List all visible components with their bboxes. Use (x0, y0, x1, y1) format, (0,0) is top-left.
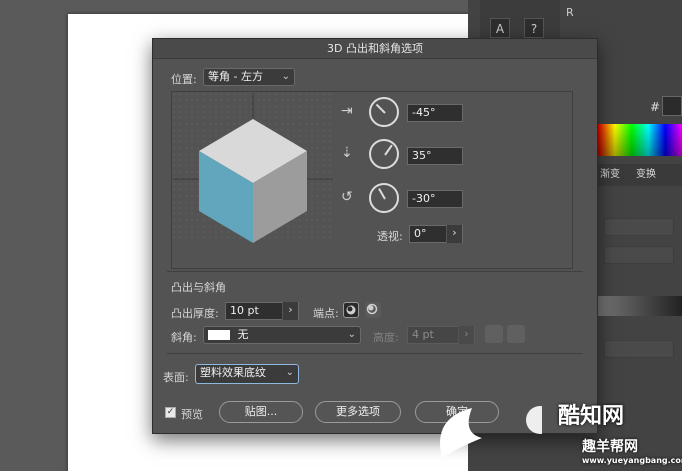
type-tool-icon[interactable]: A (490, 18, 510, 38)
chevron-right-icon: › (458, 326, 474, 344)
perspective-label: 透视: (377, 230, 403, 243)
perspective-field[interactable]: 0° › (409, 225, 463, 243)
chevron-down-icon: ⌄ (285, 367, 294, 378)
perspective-value: 0° (414, 227, 427, 240)
bevel-in-icon (507, 325, 525, 343)
help-tool-icon[interactable]: ? (524, 18, 544, 38)
x-rotation-dial[interactable] (369, 97, 399, 127)
panel-ghost-row (604, 340, 674, 358)
cap-off-icon[interactable] (365, 302, 381, 318)
cap-on-icon[interactable] (343, 302, 359, 318)
z-rotation-dial[interactable] (369, 183, 399, 213)
bevel-value: 无 (237, 328, 249, 341)
color-spectrum[interactable] (598, 124, 682, 156)
chevron-down-icon: ⌄ (281, 71, 290, 82)
more-options-button[interactable]: 更多选项 (315, 401, 401, 423)
preview-label: 预览 (181, 408, 203, 421)
section-divider (167, 353, 583, 354)
x-rotation-field[interactable]: -45° (407, 104, 463, 122)
tab-gradient[interactable]: 渐变 (596, 164, 624, 186)
chevron-right-icon[interactable]: › (282, 302, 298, 320)
gradient-swatch[interactable] (598, 296, 682, 316)
map-button[interactable]: 贴图... (219, 401, 303, 423)
tab-transform[interactable]: 变换 (632, 164, 660, 186)
hex-hash-label: # (650, 100, 661, 114)
y-rotation-field[interactable]: 35° (407, 147, 463, 165)
z-axis-rotate-icon: ↺ (341, 189, 353, 205)
extrude-depth-field[interactable]: 10 pt › (225, 302, 299, 320)
dialog-title: 3D 凸出和斜角选项 (153, 39, 597, 59)
position-select-value: 等角 - 左方 (208, 70, 263, 83)
height-label: 高度: (373, 331, 399, 344)
bevel-label: 斜角: (171, 331, 197, 344)
panel-tabs: 渐变 变换 (590, 164, 682, 186)
watermark-logo-icon (440, 406, 542, 458)
watermark: 酷知网 趣羊帮网 www.yueyangbang.com (422, 378, 682, 471)
position-select[interactable]: 等角 - 左方 ⌄ (203, 68, 295, 86)
panel-ghost-row (604, 218, 674, 236)
preview-checkbox[interactable]: ✓ (165, 407, 176, 418)
z-rotation-field[interactable]: -30° (407, 190, 463, 208)
extrude-bevel-dialog: 3D 凸出和斜角选项 位置: 等角 - 左方 ⌄ ⇥ -45° ⇣ 35° ↺ … (152, 38, 598, 434)
chevron-right-icon[interactable]: › (446, 225, 462, 243)
surface-value: 塑料效果底纹 (200, 366, 266, 379)
extrude-depth-label: 凸出厚度: (171, 307, 219, 320)
bevel-swatch (208, 330, 230, 340)
extrude-depth-value: 10 pt (230, 304, 259, 317)
chevron-down-icon: ⌄ (347, 329, 356, 340)
surface-label: 表面: (163, 371, 189, 384)
watermark-brand: 酷知网 (558, 404, 625, 429)
panel-label-r: R (566, 6, 574, 19)
surface-select[interactable]: 塑料效果底纹 ⌄ (195, 364, 299, 384)
y-rotation-dial[interactable] (369, 139, 399, 169)
height-value: 4 pt (412, 328, 434, 341)
hex-field[interactable] (662, 96, 682, 116)
position-label: 位置: (171, 73, 197, 86)
height-field: 4 pt › (407, 326, 475, 344)
section-divider (167, 271, 583, 272)
x-axis-rotate-icon: ⇥ (341, 103, 353, 119)
watermark-url: www.yueyangbang.com (582, 456, 682, 465)
watermark-brand-2: 趣羊帮网 (582, 439, 638, 455)
panel-ghost-row (604, 246, 674, 264)
cube-preview[interactable] (173, 93, 333, 243)
bevel-select[interactable]: 无 ⌄ (203, 326, 361, 344)
bevel-out-icon (485, 325, 503, 343)
y-axis-rotate-icon: ⇣ (341, 145, 353, 161)
extrude-section-title: 凸出与斜角 (171, 281, 226, 294)
cap-label: 端点: (313, 307, 339, 320)
